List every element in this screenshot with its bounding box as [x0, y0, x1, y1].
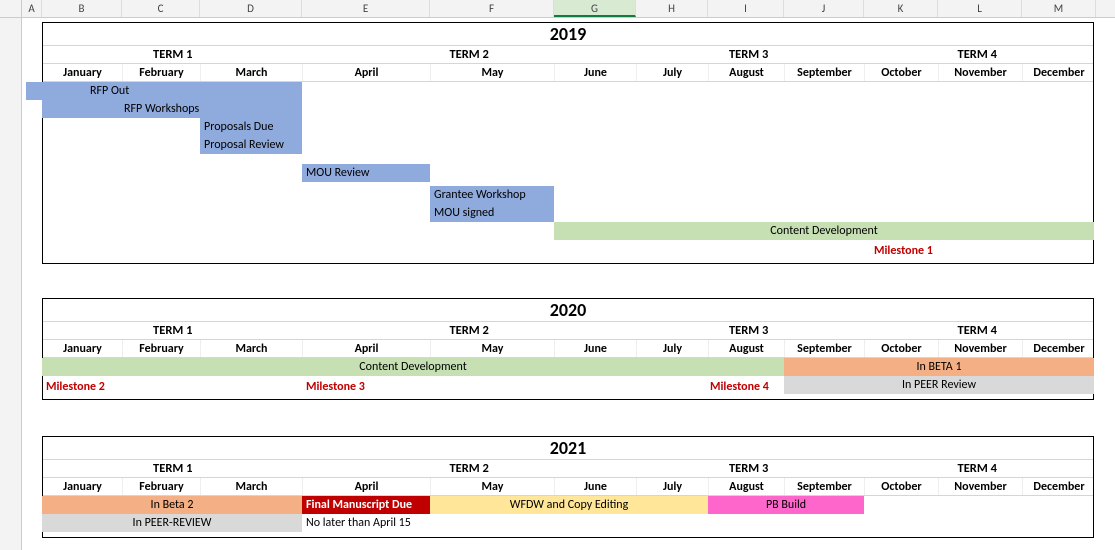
month-cell: December [1023, 478, 1095, 495]
term-cell: TERM 2 [303, 322, 636, 339]
term-cell: TERM 2 [303, 460, 636, 477]
term-cell: TERM 4 [861, 46, 1093, 63]
month-cell: March [201, 64, 303, 81]
term-cell: TERM 3 [636, 460, 862, 477]
col-header-K[interactable]: K [864, 0, 938, 17]
gantt-bar-content-dev-2020[interactable]: Content Development [42, 358, 784, 376]
term-cell: TERM 3 [636, 46, 862, 63]
month-cell: August [709, 64, 785, 81]
gantt-bar-wfdw[interactable]: WFDW and Copy Editing [430, 496, 708, 514]
month-cell: May [431, 340, 555, 357]
gantt-bar-mou-signed[interactable]: MOU signed [430, 204, 554, 222]
month-cell: September [785, 340, 865, 357]
col-header-B[interactable]: B [42, 0, 122, 17]
month-cell: November [939, 64, 1023, 81]
month-cell: March [201, 340, 303, 357]
gantt-bar-in-beta1[interactable]: In BETA 1 [784, 358, 1094, 376]
note-no-later: No later than April 15 [302, 514, 411, 532]
month-cell: March [201, 478, 303, 495]
gantt-bar-content-dev-2019[interactable]: Content Development [554, 222, 1094, 240]
month-cell: June [555, 64, 637, 81]
month-cell: April [303, 340, 431, 357]
gantt-bar-in-beta2[interactable]: In Beta 2 [42, 496, 302, 514]
col-header-C[interactable]: C [122, 0, 200, 17]
month-cell: June [555, 340, 637, 357]
month-cell: April [303, 478, 431, 495]
gantt-bar-pb-build[interactable]: PB Build [708, 496, 864, 514]
month-cell: February [123, 340, 201, 357]
year-title-2021: 2021 [43, 437, 1093, 460]
month-cell: September [785, 64, 865, 81]
year-title-2019: 2019 [43, 23, 1093, 46]
gantt-bar-grantee-workshop[interactable]: Grantee Workshop [430, 186, 554, 204]
col-header-H[interactable]: H [636, 0, 708, 17]
gantt-bar-in-peer-review-2021[interactable]: In PEER-REVIEW [42, 514, 302, 532]
month-cell: November [939, 340, 1023, 357]
col-header-A[interactable]: A [22, 0, 42, 17]
gantt-bar-rfp-workshops[interactable]: RFP Workshops [42, 100, 302, 118]
milestone-3: Milestone 3 [306, 378, 365, 396]
corner-cell [0, 0, 22, 17]
gantt-bar-rfp-out[interactable]: RFP Out [26, 82, 302, 100]
milestone-2: Milestone 2 [46, 378, 105, 396]
col-header-L[interactable]: L [938, 0, 1022, 17]
month-cell: December [1023, 340, 1095, 357]
col-header-M[interactable]: M [1022, 0, 1096, 17]
term-cell: TERM 1 [43, 46, 303, 63]
col-header-F[interactable]: F [430, 0, 554, 17]
month-cell: October [865, 478, 939, 495]
gantt-bar-mou-review[interactable]: MOU Review [302, 164, 430, 182]
month-cell: July [637, 340, 709, 357]
term-cell: TERM 4 [861, 460, 1093, 477]
gantt-bar-final-manuscript[interactable]: Final Manuscript Due [302, 496, 430, 514]
month-cell: November [939, 478, 1023, 495]
term-cell: TERM 1 [43, 460, 303, 477]
term-cell: TERM 3 [636, 322, 862, 339]
column-header-row: A B C D E F G H I J K L M [0, 0, 1115, 18]
milestone-4: Milestone 4 [710, 378, 769, 396]
month-cell: June [555, 478, 637, 495]
gantt-bar-in-peer-review-2020[interactable]: In PEER Review [784, 376, 1094, 394]
col-header-E[interactable]: E [302, 0, 430, 17]
month-cell: January [43, 64, 123, 81]
month-cell: May [431, 478, 555, 495]
month-cell: April [303, 64, 431, 81]
spreadsheet-grid[interactable]: 2019 TERM 1 TERM 2 TERM 3 TERM 4 January… [22, 18, 1115, 550]
col-header-J[interactable]: J [784, 0, 864, 17]
month-cell: August [709, 478, 785, 495]
month-cell: February [123, 478, 201, 495]
month-cell: October [865, 340, 939, 357]
month-cell: September [785, 478, 865, 495]
month-cell: February [123, 64, 201, 81]
month-cell: October [865, 64, 939, 81]
month-cell: May [431, 64, 555, 81]
col-header-D[interactable]: D [200, 0, 302, 17]
row-gutter [0, 18, 22, 550]
month-cell: December [1023, 64, 1095, 81]
month-cell: January [43, 340, 123, 357]
gantt-bar-proposals-due[interactable]: Proposals Due [200, 118, 302, 136]
year-title-2020: 2020 [43, 299, 1093, 322]
col-header-G[interactable]: G [554, 0, 636, 17]
term-cell: TERM 2 [303, 46, 636, 63]
gantt-bar-proposal-review[interactable]: Proposal Review [200, 136, 302, 154]
month-cell: January [43, 478, 123, 495]
month-cell: July [637, 478, 709, 495]
month-cell: July [637, 64, 709, 81]
col-header-I[interactable]: I [708, 0, 784, 17]
month-cell: August [709, 340, 785, 357]
term-cell: TERM 4 [861, 322, 1093, 339]
milestone-1: Milestone 1 [874, 242, 933, 260]
term-cell: TERM 1 [43, 322, 303, 339]
